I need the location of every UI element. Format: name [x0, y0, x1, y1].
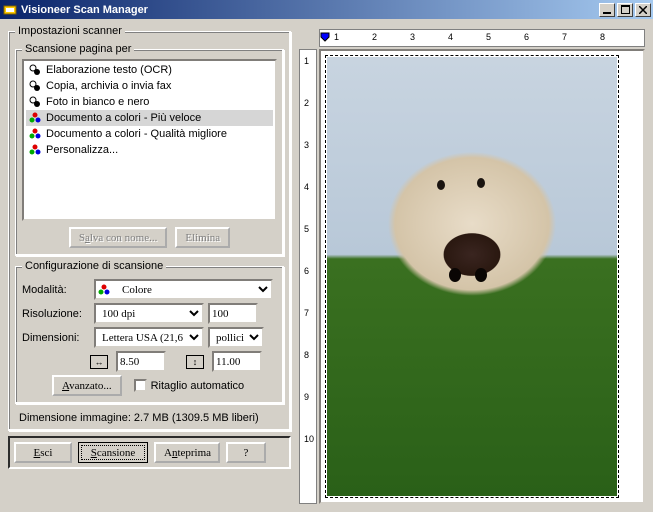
scan-type-label: Foto in bianco e nero [46, 96, 149, 108]
ruler-tick: 6 [304, 266, 309, 276]
bottom-button-bar: Esci Scansione Anteprima ? [8, 436, 291, 469]
scan-type-list[interactable]: Elaborazione testo (OCR) Copia, archivia … [22, 59, 277, 221]
scan-type-item[interactable]: Foto in bianco e nero [26, 94, 273, 110]
height-input[interactable] [212, 351, 262, 372]
scan-type-item[interactable]: Copia, archivia o invia fax [26, 78, 273, 94]
exit-button[interactable]: Esci [14, 442, 72, 463]
title-bar: Visioneer Scan Manager [0, 0, 653, 19]
ruler-tick: 9 [304, 392, 309, 402]
scan-type-item[interactable]: Documento a colori - Qualità migliore [26, 126, 273, 142]
ruler-vertical: 1 2 3 4 5 6 7 8 9 10 [299, 49, 317, 504]
scan-page-for-legend: Scansione pagina per [22, 43, 134, 55]
preview-pane: 1 2 3 4 5 6 7 8 1 2 3 4 5 6 7 8 9 10 [297, 21, 651, 510]
dim-units-select[interactable]: pollici [208, 327, 264, 348]
window-title: Visioneer Scan Manager [21, 4, 597, 16]
scan-type-item[interactable]: Personalizza... [26, 142, 273, 158]
ruler-tick: 2 [372, 32, 377, 42]
ruler-tick: 5 [486, 32, 491, 42]
dimensions-label: Dimensioni: [22, 332, 90, 344]
bw-icon [28, 79, 42, 93]
ruler-cursor-icon [320, 32, 330, 46]
scan-config-legend: Configurazione di scansione [22, 260, 166, 272]
scan-page-for-group: Scansione pagina per Elaborazione testo … [15, 43, 284, 256]
scan-type-item[interactable]: Documento a colori - Più veloce [26, 110, 273, 126]
scan-config-group: Configurazione di scansione Modalità: Co… [15, 260, 284, 404]
preview-canvas[interactable] [319, 49, 645, 504]
scan-type-label: Personalizza... [46, 144, 118, 156]
ruler-tick: 7 [304, 308, 309, 318]
width-icon: ↔ [90, 355, 108, 369]
rgb-icon [28, 143, 42, 157]
save-as-button[interactable]: Salva con nome... [69, 227, 168, 248]
preview-button[interactable]: Anteprima [154, 442, 220, 463]
scanner-settings-legend: Impostazioni scanner [15, 25, 125, 37]
scan-type-label: Documento a colori - Qualità migliore [46, 128, 227, 140]
ruler-tick: 4 [304, 182, 309, 192]
ruler-tick: 8 [304, 350, 309, 360]
mode-select[interactable]: Colore [94, 279, 273, 300]
minimize-button[interactable] [599, 3, 615, 17]
rgb-icon [28, 127, 42, 141]
scan-type-label: Documento a colori - Più veloce [46, 112, 201, 124]
ruler-tick: 3 [304, 140, 309, 150]
bw-icon [28, 63, 42, 77]
width-input[interactable] [116, 351, 166, 372]
mode-label: Modalità: [22, 284, 90, 296]
help-button[interactable]: ? [226, 442, 266, 463]
ruler-tick: 10 [304, 434, 314, 444]
ruler-tick: 3 [410, 32, 415, 42]
maximize-button[interactable] [617, 3, 633, 17]
ruler-horizontal: 1 2 3 4 5 6 7 8 [319, 29, 645, 47]
ruler-tick: 5 [304, 224, 309, 234]
height-icon: ↕ [186, 355, 204, 369]
ruler-tick: 8 [600, 32, 605, 42]
auto-crop-label: Ritaglio automatico [151, 380, 245, 392]
advanced-button[interactable]: Avanzato... [52, 375, 122, 396]
scan-type-label: Elaborazione testo (OCR) [46, 64, 172, 76]
ruler-tick: 2 [304, 98, 309, 108]
app-icon [2, 2, 18, 18]
close-button[interactable] [635, 3, 651, 17]
scanner-settings-group: Impostazioni scanner Scansione pagina pe… [8, 25, 291, 431]
ruler-tick: 6 [524, 32, 529, 42]
image-size-status: Dimensione immagine: 2.7 MB (1309.5 MB l… [15, 408, 284, 426]
resolution-select[interactable]: 100 dpi [94, 303, 204, 324]
rgb-icon [28, 111, 42, 125]
scan-type-label: Copia, archivia o invia fax [46, 80, 171, 92]
bw-icon [28, 95, 42, 109]
dimensions-select[interactable]: Lettera USA (21,6 x [94, 327, 204, 348]
resolution-input[interactable] [208, 303, 258, 324]
scan-type-item[interactable]: Elaborazione testo (OCR) [26, 62, 273, 78]
ruler-tick: 1 [334, 32, 339, 42]
ruler-tick: 1 [304, 56, 309, 66]
selection-marquee[interactable] [325, 55, 619, 498]
auto-crop-checkbox[interactable]: Ritaglio automatico [134, 379, 245, 392]
resolution-label: Risoluzione: [22, 308, 90, 320]
scan-button[interactable]: Scansione [78, 442, 148, 463]
ruler-tick: 4 [448, 32, 453, 42]
delete-button[interactable]: Elimina [175, 227, 230, 248]
ruler-tick: 7 [562, 32, 567, 42]
